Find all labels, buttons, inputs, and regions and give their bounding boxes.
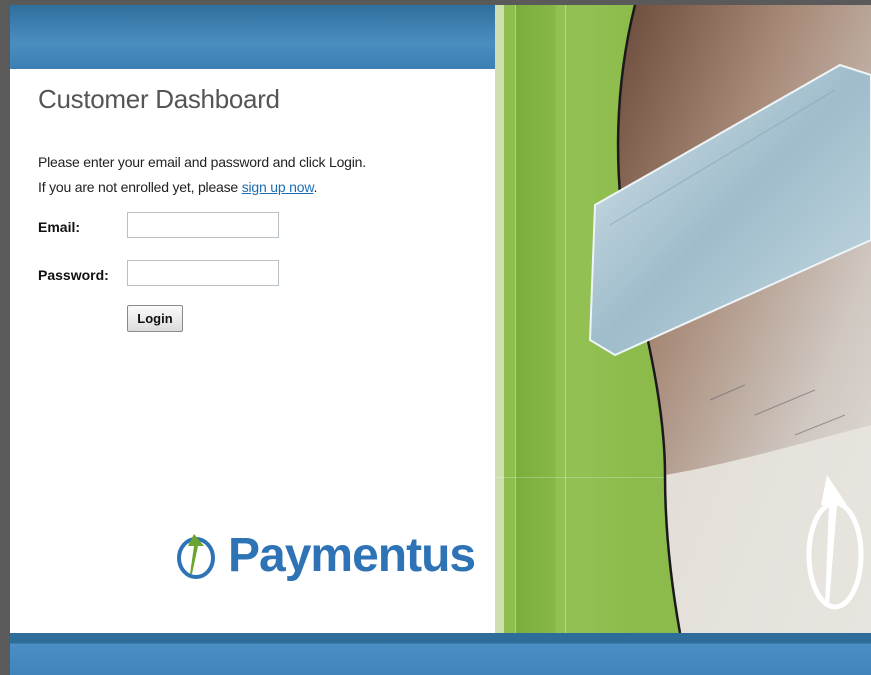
paymentus-swoosh-icon <box>177 534 215 579</box>
enroll-suffix: . <box>313 179 318 195</box>
password-label: Password: <box>38 267 109 283</box>
login-button[interactable]: Login <box>127 305 183 332</box>
password-field[interactable] <box>127 260 279 286</box>
page-title: Customer Dashboard <box>38 84 280 114</box>
brand-name: Paymentus <box>228 528 476 582</box>
header-bar <box>10 5 495 69</box>
enroll-prefix: If you are not enrolled yet, please <box>38 179 242 195</box>
login-page: Customer Dashboard Please enter your ema… <box>10 5 871 675</box>
enroll-text: If you are not enrolled yet, please sign… <box>38 179 317 195</box>
email-field[interactable] <box>127 212 279 238</box>
credit-card-photo <box>588 5 871 633</box>
hero-image <box>495 5 871 633</box>
footer-bar <box>10 633 871 675</box>
intro-text: Please enter your email and password and… <box>38 154 366 170</box>
sign-up-link[interactable]: sign up now <box>242 179 314 195</box>
paymentus-logo: Paymentus <box>174 520 476 590</box>
intro-line-1: Please enter your email and password and… <box>38 154 366 170</box>
email-label: Email: <box>38 219 81 235</box>
